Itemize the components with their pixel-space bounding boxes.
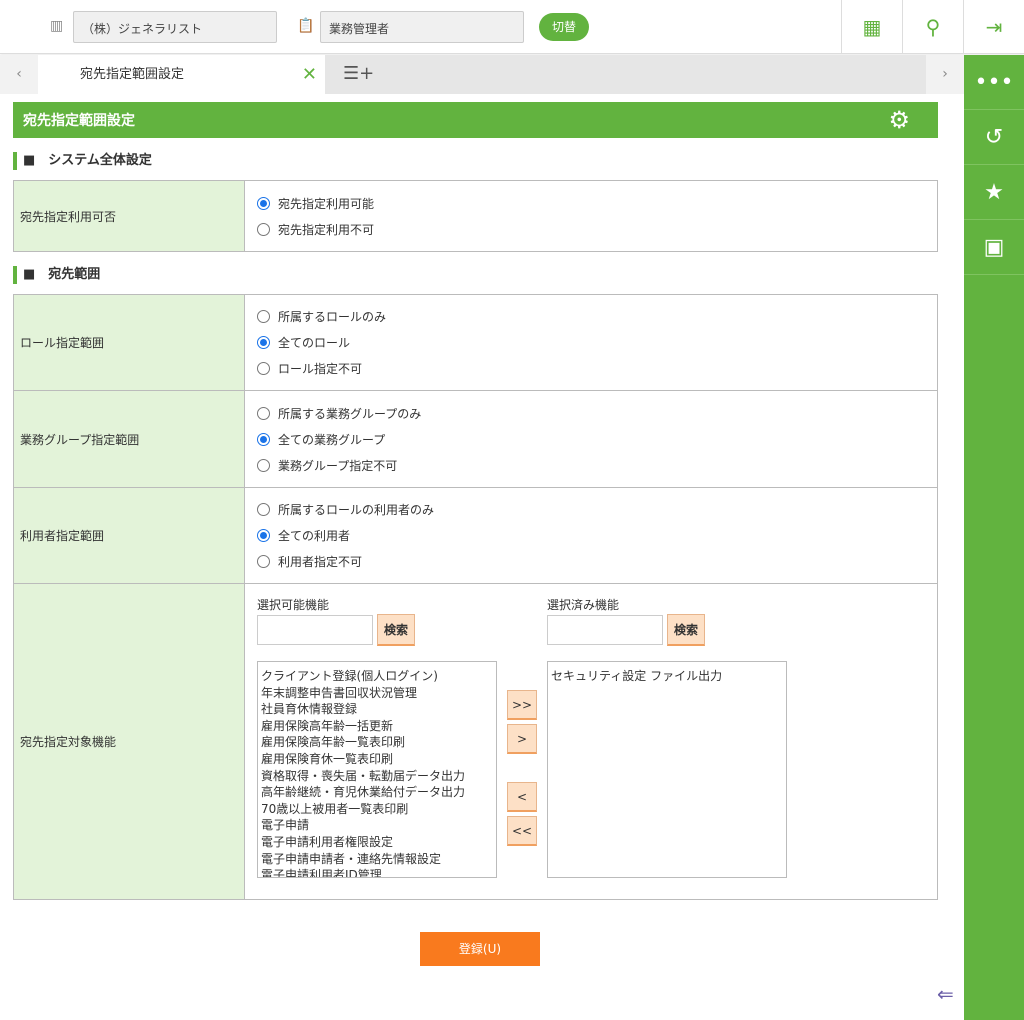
tab-scroll-left[interactable]: ‹	[0, 55, 38, 94]
top-header: ▥ （株）ジェネラリスト 📋 業務管理者 切替 ▦ ⚲ ⇥	[0, 0, 1024, 54]
clipboard-icon: 📋	[297, 18, 315, 34]
row-label: 宛先指定対象機能	[13, 583, 245, 900]
radio-option[interactable]: 全ての利用者	[257, 523, 925, 549]
section-heading: ■ 宛先範囲	[13, 266, 100, 284]
available-list[interactable]: クライアント登録(個人ログイン) 年末調整申告書回収状況管理 社員育休情報登録 雇用保…	[257, 661, 497, 878]
list-item[interactable]: 電子申請利用者ID管理	[261, 867, 493, 877]
switch-button[interactable]: 切替	[539, 13, 589, 41]
row-label: 宛先指定利用可否	[13, 180, 245, 252]
tab-label: 宛先指定範囲設定	[80, 67, 185, 82]
selected-search-button[interactable]: 検索	[667, 614, 705, 646]
list-item[interactable]: 雇用保険高年齢一括更新	[261, 718, 493, 735]
page-title-text: 宛先指定範囲設定	[23, 113, 135, 129]
list-item[interactable]: クライアント登録(個人ログイン)	[261, 668, 493, 685]
radio-option[interactable]: 宛先指定利用可能	[257, 190, 925, 216]
list-item[interactable]: 社員育休情報登録	[261, 701, 493, 718]
close-icon[interactable]: ✕	[302, 55, 317, 94]
search-icon[interactable]: ⚲	[902, 0, 963, 54]
radio-option[interactable]: 所属するロールのみ	[257, 304, 925, 330]
tab-scroll-right[interactable]: ›	[926, 55, 964, 94]
section-heading: ■ システム全体設定	[13, 152, 152, 170]
selected-label: 選択済み機能	[547, 598, 620, 612]
available-search-button[interactable]: 検索	[377, 614, 415, 646]
row-label: 利用者指定範囲	[13, 487, 245, 584]
radio-option[interactable]: 全ての業務グループ	[257, 426, 925, 452]
gear-icon[interactable]: ⚙	[888, 106, 910, 134]
tab-bar: ‹ 宛先指定範囲設定 ✕ ☰+ ›	[0, 55, 964, 94]
radio-option[interactable]: 全てのロール	[257, 330, 925, 356]
radio-option[interactable]: 所属する業務グループのみ	[257, 400, 925, 426]
list-item[interactable]: 資格取得・喪失届・転勤届データ出力	[261, 768, 493, 785]
list-item[interactable]: 年末調整申告書回収状況管理	[261, 685, 493, 702]
radio-option[interactable]: ロール指定不可	[257, 356, 925, 382]
inbox-icon[interactable]: ▣	[964, 220, 1024, 275]
building-icon: ▥	[50, 18, 64, 34]
history-icon[interactable]: ↺	[964, 110, 1024, 165]
move-right-button[interactable]: >	[507, 724, 537, 754]
apps-grid-icon[interactable]: ▦	[841, 0, 902, 54]
right-sidebar: ••• ↺ ★ ▣	[964, 55, 1024, 1020]
radio-option[interactable]: 所属するロールの利用者のみ	[257, 497, 925, 523]
list-item[interactable]: セキュリティ設定 ファイル出力	[551, 668, 783, 685]
register-button[interactable]: 登録(U)	[420, 932, 540, 966]
list-item[interactable]: 電子申請利用者権限設定	[261, 834, 493, 851]
move-left-button[interactable]: <	[507, 782, 537, 812]
list-item[interactable]: 電子申請	[261, 817, 493, 834]
star-icon[interactable]: ★	[964, 165, 1024, 220]
more-icon[interactable]: •••	[964, 55, 1024, 110]
collapse-arrow-icon[interactable]: ⇐	[937, 982, 954, 1006]
add-tab-icon[interactable]: ☰+	[343, 63, 374, 84]
radio-option[interactable]: 宛先指定利用不可	[257, 216, 925, 242]
selected-search-input[interactable]	[547, 615, 663, 645]
list-item[interactable]: 70歳以上被用者一覧表印刷	[261, 801, 493, 818]
tab-active[interactable]: 宛先指定範囲設定 ✕	[38, 55, 325, 94]
radio-option[interactable]: 業務グループ指定不可	[257, 452, 925, 478]
selected-list[interactable]: セキュリティ設定 ファイル出力	[547, 661, 787, 878]
move-all-left-button[interactable]: <<	[507, 816, 537, 846]
logout-icon[interactable]: ⇥	[963, 0, 1024, 54]
list-item[interactable]: 電子申請申請者・連絡先情報設定	[261, 851, 493, 868]
list-item[interactable]: 高年齢継続・育児休業給付データ出力	[261, 784, 493, 801]
available-search-input[interactable]	[257, 615, 373, 645]
list-item[interactable]: 雇用保険育休一覧表印刷	[261, 751, 493, 768]
move-all-right-button[interactable]: >>	[507, 690, 537, 720]
role-field[interactable]: 業務管理者	[320, 11, 524, 43]
company-field[interactable]: （株）ジェネラリスト	[73, 11, 277, 43]
row-label: 業務グループ指定範囲	[13, 390, 245, 488]
available-label: 選択可能機能	[257, 598, 330, 612]
page-title: 宛先指定範囲設定 ⚙	[13, 102, 938, 138]
list-item[interactable]: 雇用保険高年齢一覧表印刷	[261, 734, 493, 751]
row-label: ロール指定範囲	[13, 294, 245, 391]
system-settings-table: 宛先指定利用可否 宛先指定利用可能 宛先指定利用不可	[13, 180, 938, 252]
radio-option[interactable]: 利用者指定不可	[257, 549, 925, 575]
